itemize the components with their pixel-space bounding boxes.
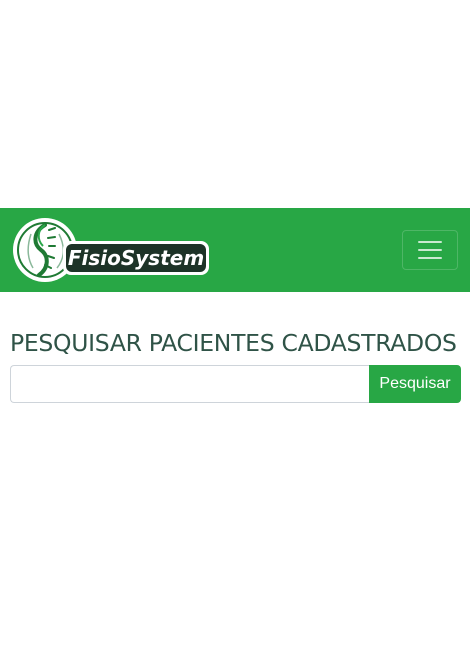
menu-line (418, 249, 442, 251)
navbar-toggle-button[interactable] (402, 230, 458, 270)
search-input[interactable] (10, 365, 369, 403)
navbar: FisioSystem (0, 208, 470, 292)
brand-name: FisioSystem (68, 246, 204, 270)
hamburger-menu-icon (418, 241, 442, 259)
page: FisioSystem PESQUISAR PACIENTES CADASTRA… (0, 0, 470, 650)
menu-line (418, 241, 442, 243)
page-title: PESQUISAR PACIENTES CADASTRADOS (10, 329, 457, 357)
search-button[interactable]: Pesquisar (369, 365, 461, 403)
search-form: Pesquisar (10, 365, 461, 403)
brand-logo-link[interactable]: FisioSystem (11, 216, 211, 284)
fisiosystem-logo: FisioSystem (13, 218, 209, 282)
menu-line (418, 257, 442, 259)
